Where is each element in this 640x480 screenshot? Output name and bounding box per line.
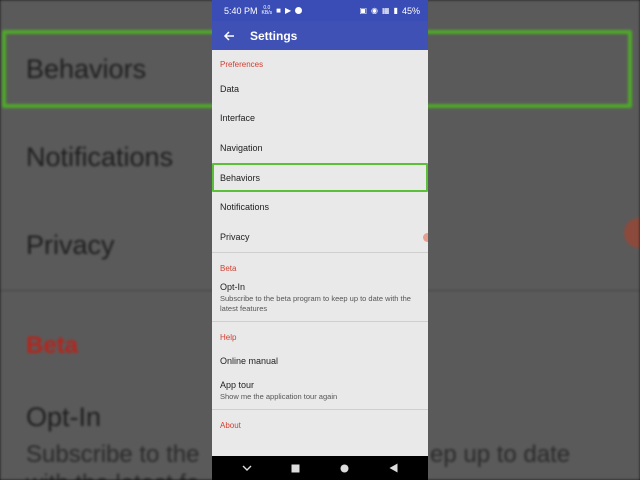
cast-icon: ▣ xyxy=(359,5,368,15)
battery-level: 45% xyxy=(401,5,420,16)
signal-icon: ▦ xyxy=(382,5,390,15)
bg-behaviors: Behaviors xyxy=(26,54,147,84)
setting-interface[interactable]: Interface xyxy=(212,104,428,134)
setting-label: Navigation xyxy=(220,142,263,153)
settings-list: Preferences Data Interface Navigation Be… xyxy=(212,56,428,435)
setting-behaviors[interactable]: Behaviors xyxy=(212,162,428,193)
bg-sub2-left: with the latest fe xyxy=(26,470,199,480)
setting-notifications[interactable]: Notifications xyxy=(212,192,428,222)
network-speed-unit: KB/s xyxy=(261,9,273,16)
video-camera-icon: ■ xyxy=(276,5,281,15)
network-speed: 0.0 KB/s xyxy=(261,5,273,16)
page-title: Settings xyxy=(250,28,298,43)
divider xyxy=(212,409,428,411)
recents-square-icon[interactable] xyxy=(289,461,303,475)
setting-label: Opt-In xyxy=(220,281,246,292)
divider xyxy=(212,251,428,253)
status-bar: 5:40 PM 0.0 KB/s ■ ▶ ▣ ◉ ▦ ▮ 45% xyxy=(212,0,428,21)
setting-label: Notifications xyxy=(220,202,270,213)
phone-screen: 5:40 PM 0.0 KB/s ■ ▶ ▣ ◉ ▦ ▮ 45% Setting… xyxy=(212,0,428,480)
screen: Behaviors Notifications Privacy Beta Opt… xyxy=(0,0,640,480)
bg-scroll-indicator xyxy=(624,218,640,248)
scroll-indicator[interactable] xyxy=(423,233,428,242)
chevron-down-icon[interactable] xyxy=(240,461,254,475)
setting-label: Interface xyxy=(220,113,256,124)
recording-dot-icon xyxy=(295,7,303,14)
setting-label: Behaviors xyxy=(220,172,261,183)
bg-beta: Beta xyxy=(26,332,79,359)
bg-sub-left: Subscribe to the xyxy=(26,441,200,468)
category-beta: Beta xyxy=(220,263,237,273)
battery-icon: ▮ xyxy=(393,5,398,15)
setting-summary: Subscribe to the beta program to keep up… xyxy=(220,293,411,313)
divider xyxy=(212,320,428,322)
home-circle-icon[interactable] xyxy=(338,461,352,475)
play-icon: ▶ xyxy=(284,5,292,15)
eye-icon: ◉ xyxy=(371,5,379,15)
category-help: Help xyxy=(220,332,237,342)
setting-data[interactable]: Data xyxy=(212,74,428,104)
setting-app-tour[interactable]: App tour Show me the application tour ag… xyxy=(212,376,428,406)
bg-optin: Opt-In xyxy=(26,402,102,432)
system-nav-bar xyxy=(212,456,428,480)
bg-privacy: Privacy xyxy=(26,230,115,260)
back-arrow-icon[interactable] xyxy=(221,28,237,44)
setting-label: Online manual xyxy=(220,356,279,367)
setting-privacy[interactable]: Privacy xyxy=(212,222,428,252)
setting-navigation[interactable]: Navigation xyxy=(212,133,428,163)
bg-notifications: Notifications xyxy=(26,142,174,172)
category-about: About xyxy=(220,421,241,431)
app-bar: Settings xyxy=(212,21,428,50)
status-time: 5:40 PM xyxy=(224,5,258,16)
setting-label: Privacy xyxy=(220,231,250,242)
setting-label: Data xyxy=(220,83,240,94)
category-preferences: Preferences xyxy=(220,60,264,69)
bg-sub-right: ep up to date xyxy=(430,441,571,468)
setting-opt-in[interactable]: Opt-In Subscribe to the beta program to … xyxy=(212,278,428,318)
back-triangle-icon[interactable] xyxy=(387,461,401,475)
setting-label: App tour xyxy=(220,380,255,391)
setting-online-manual[interactable]: Online manual xyxy=(212,347,428,377)
setting-summary: Show me the application tour again xyxy=(220,392,338,402)
